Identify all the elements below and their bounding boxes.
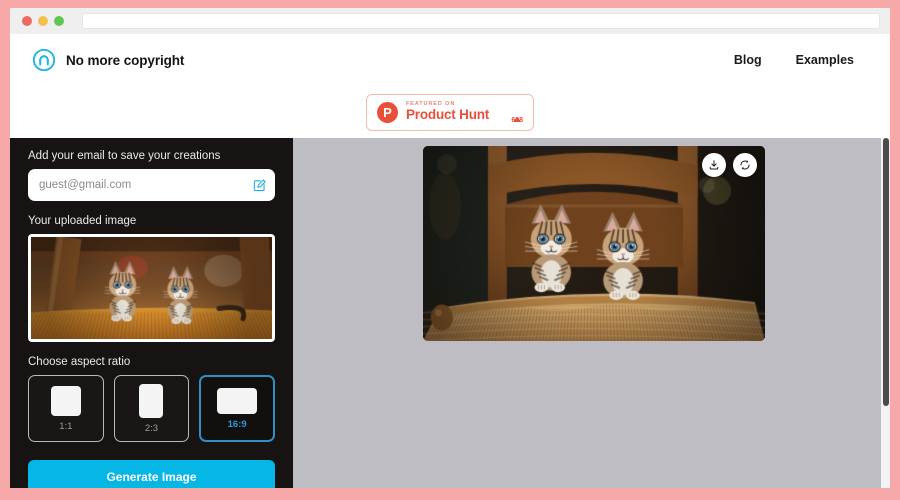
maximize-window-button[interactable] bbox=[54, 16, 64, 26]
minimize-window-button[interactable] bbox=[38, 16, 48, 26]
window-traffic-lights bbox=[18, 16, 64, 26]
generate-image-button[interactable]: Generate Image bbox=[28, 460, 275, 488]
aspect-ratio-options: 1:1 2:3 16:9 bbox=[28, 375, 275, 442]
scrollbar-thumb[interactable] bbox=[883, 138, 889, 406]
app-body: Add your email to save your creations Yo… bbox=[10, 138, 890, 488]
product-hunt-votes[interactable]: 608 bbox=[509, 99, 523, 124]
nav-link-examples[interactable]: Examples bbox=[796, 53, 854, 67]
circle-arch-logo-icon bbox=[32, 48, 56, 72]
scrollbar-track[interactable] bbox=[881, 138, 890, 488]
aspect-ratio-label-2-3: 2:3 bbox=[144, 422, 159, 434]
brand-name: No more copyright bbox=[66, 52, 185, 68]
nav-link-blog[interactable]: Blog bbox=[734, 53, 762, 67]
page-frame: No more copyright Blog Examples P FEATUR… bbox=[0, 0, 900, 500]
aspect-ratio-option-16-9[interactable]: 16:9 bbox=[199, 375, 275, 442]
email-field-wrapper[interactable] bbox=[28, 169, 275, 201]
close-window-button[interactable] bbox=[22, 16, 32, 26]
landscape-shape-icon bbox=[217, 387, 258, 414]
regenerate-button[interactable] bbox=[733, 153, 757, 177]
uploaded-image-thumbnail[interactable] bbox=[28, 234, 275, 342]
brand[interactable]: No more copyright bbox=[32, 48, 184, 72]
sidebar: Add your email to save your creations Yo… bbox=[10, 138, 293, 488]
address-bar[interactable] bbox=[82, 13, 880, 29]
aspect-ratio-option-1-1[interactable]: 1:1 bbox=[28, 375, 104, 442]
product-hunt-logo-icon: P bbox=[377, 101, 398, 123]
edit-pencil-icon[interactable] bbox=[252, 178, 267, 193]
square-shape-icon bbox=[50, 385, 81, 416]
product-hunt-name: Product Hunt bbox=[406, 107, 490, 123]
browser-window: No more copyright Blog Examples P FEATUR… bbox=[10, 8, 890, 488]
generated-image-actions bbox=[702, 153, 757, 177]
product-hunt-badge-row: P FEATURED ON Product Hunt 608 bbox=[10, 86, 890, 138]
aspect-section-label: Choose aspect ratio bbox=[28, 356, 131, 368]
email-input[interactable] bbox=[39, 179, 252, 191]
uploaded-image-canvas bbox=[31, 237, 272, 339]
generated-image-card bbox=[423, 146, 765, 341]
aspect-ratio-label-16-9: 16:9 bbox=[227, 418, 247, 430]
portrait-shape-icon bbox=[139, 383, 164, 418]
aspect-ratio-label-1-1: 1:1 bbox=[59, 420, 73, 432]
product-hunt-vote-count: 608 bbox=[511, 116, 523, 124]
browser-chrome-bar bbox=[10, 8, 890, 34]
aspect-ratio-option-2-3[interactable]: 2:3 bbox=[113, 375, 190, 442]
refresh-icon bbox=[740, 160, 750, 170]
site-header: No more copyright Blog Examples bbox=[10, 34, 890, 86]
download-icon bbox=[709, 160, 719, 170]
email-section-label: Add your email to save your creations bbox=[28, 150, 221, 162]
upload-section-label: Your uploaded image bbox=[28, 215, 137, 227]
product-hunt-text: FEATURED ON Product Hunt bbox=[406, 101, 501, 123]
main-nav: Blog Examples bbox=[734, 53, 868, 67]
download-button[interactable] bbox=[702, 153, 726, 177]
canvas-area bbox=[293, 138, 890, 488]
product-hunt-badge[interactable]: P FEATURED ON Product Hunt 608 bbox=[366, 93, 534, 131]
